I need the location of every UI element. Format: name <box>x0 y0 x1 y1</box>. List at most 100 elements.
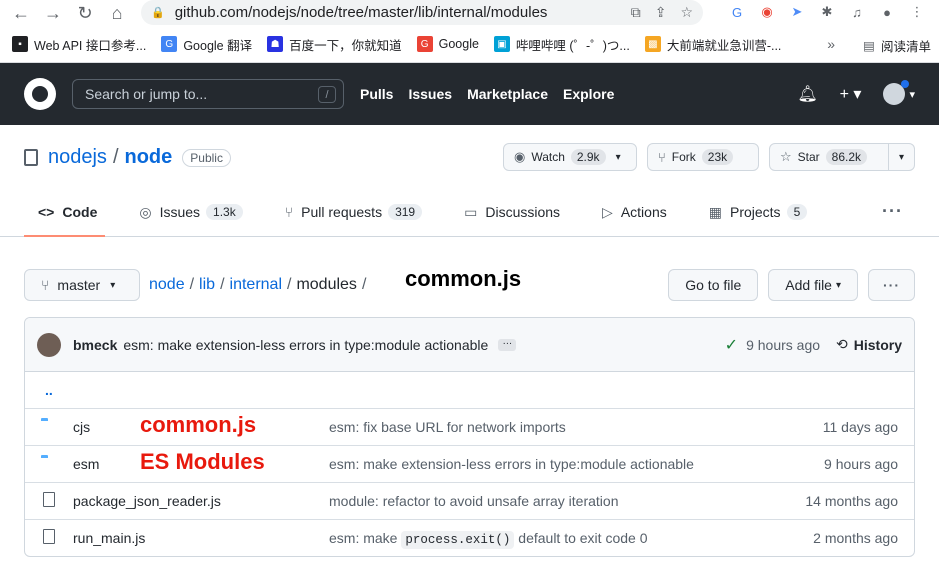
bookmark-item[interactable]: ▣ 哔哩哔哩 (゜-゜)つ... <box>493 35 630 54</box>
share-icon[interactable]: ⇪ <box>655 4 667 21</box>
tab-pull-requests[interactable]: ⑂ Pull requests 319 <box>271 188 430 236</box>
nav-pulls[interactable]: Pulls <box>360 86 393 102</box>
address-bar[interactable]: 🔒 github.com/nodejs/node/tree/master/lib… <box>141 0 703 25</box>
repo-title: nodejs / node Public <box>24 146 231 169</box>
caret-down-icon: ▾ <box>110 279 116 291</box>
check-icon[interactable]: ✓ <box>725 335 738 355</box>
file-commit-message[interactable]: esm: fix base URL for network imports <box>329 419 566 435</box>
nav-issues[interactable]: Issues <box>408 86 452 102</box>
home-icon[interactable]: ⌂ <box>106 2 128 24</box>
repo-name-link[interactable]: node <box>125 146 173 169</box>
breadcrumb-link[interactable]: node <box>149 276 185 293</box>
bookmark-label: Google 翻译 <box>183 38 253 53</box>
bookmark-label: 哔哩哔哩 (゜-゜)つ... <box>515 38 630 53</box>
nav-explore[interactable]: Explore <box>563 86 614 102</box>
repo-icon <box>24 149 38 166</box>
chrome-ext-icon[interactable]: ◉ <box>757 2 777 22</box>
tab-projects[interactable]: ▦ Projects 5 <box>695 188 816 236</box>
file-name[interactable]: cjs <box>73 419 90 435</box>
tab-label: Discussions <box>485 204 561 220</box>
bookmark-star-icon[interactable]: ☆ <box>680 4 693 21</box>
tab-issues[interactable]: ◎ Issues 1.3k <box>125 188 250 236</box>
lock-icon[interactable]: 🔒 <box>151 6 165 19</box>
media-icon[interactable]: ♫ <box>847 2 867 22</box>
bookmark-favicon-icon: ▩ <box>644 36 661 52</box>
fork-button[interactable]: ⑂ Fork 23k <box>646 143 759 171</box>
google-translate-ext-icon[interactable]: G <box>727 2 747 22</box>
back-arrow-icon[interactable]: ← <box>10 2 32 24</box>
table-row[interactable]: run_main.js esm: make process.exit() def… <box>25 519 914 556</box>
breadcrumb: node / lib / internal / modules / <box>149 276 371 294</box>
bookmark-favicon-icon: ☗ <box>267 36 284 52</box>
bookmark-favicon-icon: G <box>161 36 178 52</box>
star-button[interactable]: ☆ Star 86.2k <box>768 143 889 171</box>
user-menu[interactable]: ▾ <box>883 80 915 105</box>
global-nav: Pulls Issues Marketplace Explore <box>360 86 629 102</box>
commit-message[interactable]: esm: make extension-less errors in type:… <box>123 337 488 353</box>
history-icon: ⟲ <box>836 336 848 352</box>
tabs-more-icon[interactable]: ··· <box>882 201 903 222</box>
bookmark-item[interactable]: ☗ 百度一下，你就知道 <box>267 35 402 54</box>
star-dropdown-button[interactable]: ▾ <box>888 143 915 171</box>
commit-expand-button[interactable]: … <box>498 336 517 351</box>
arrow-ext-icon[interactable]: ➤ <box>787 2 807 22</box>
file-commit-message[interactable]: esm: make process.exit() default to exit… <box>329 530 647 549</box>
breadcrumb-link[interactable]: lib <box>199 276 215 293</box>
github-logo-icon[interactable] <box>24 78 56 110</box>
commit-author[interactable]: bmeck <box>73 337 117 353</box>
branch-select-button[interactable]: ⑂ master ▾ <box>24 269 140 301</box>
bell-icon[interactable]: 🔔︎ <box>797 84 817 104</box>
parent-directory-link[interactable]: .. <box>25 372 914 408</box>
branch-icon: ⑂ <box>41 277 50 293</box>
github-header: Search or jump to... / Pulls Issues Mark… <box>0 63 939 125</box>
nav-marketplace[interactable]: Marketplace <box>467 86 548 102</box>
tab-actions[interactable]: ▷ Actions <box>588 188 675 236</box>
file-age: 9 hours ago <box>824 456 898 472</box>
annotation-text: common.js <box>140 412 257 437</box>
bookmark-label: Google <box>438 37 479 51</box>
bookmark-item[interactable]: G Google <box>416 36 479 52</box>
watch-button[interactable]: ◉ Watch 2.9k ▾ <box>502 143 637 171</box>
add-file-label: Add file <box>785 277 832 293</box>
menu-kebab-icon[interactable]: ⋮ <box>907 2 927 22</box>
bookmark-label: 百度一下，你就知道 <box>289 38 402 53</box>
file-name[interactable]: package_json_reader.js <box>73 493 221 509</box>
search-input[interactable]: Search or jump to... / <box>72 79 344 109</box>
repo-actions: ◉ Watch 2.9k ▾ ⑂ Fork 23k ☆ Star 86.2k ▾ <box>502 143 915 171</box>
file-name[interactable]: run_main.js <box>73 530 145 546</box>
puzzle-extensions-icon[interactable]: ✱ <box>817 2 837 22</box>
history-label: History <box>853 336 902 353</box>
bookmark-item[interactable]: ▪ Web API 接口参考... <box>12 35 146 54</box>
file-commit-message[interactable]: module: refactor to avoid unsafe array i… <box>329 493 619 509</box>
file-icon <box>41 529 55 544</box>
bookmark-item[interactable]: ▩ 大前端就业急训营-... <box>644 35 781 54</box>
repo-tabs: <> Code ◎ Issues 1.3k ⑂ Pull requests 31… <box>24 188 835 237</box>
file-nav-actions: Go to file Add file ▾ ··· <box>668 269 915 301</box>
file-commit-message[interactable]: esm: make extension-less errors in type:… <box>329 456 694 472</box>
table-row[interactable]: package_json_reader.js module: refactor … <box>25 482 914 519</box>
bookmark-item[interactable]: G Google 翻译 <box>161 35 252 54</box>
tab-code[interactable]: <> Code <box>24 188 106 237</box>
reading-list-button[interactable]: ▤ 阅读清单 <box>863 36 931 55</box>
go-to-file-button[interactable]: Go to file <box>668 269 759 301</box>
translate-icon[interactable]: ⧉ <box>631 4 641 21</box>
file-name[interactable]: esm <box>73 456 99 472</box>
search-placeholder: Search or jump to... <box>85 86 208 102</box>
table-row[interactable]: cjs common.js esm: fix base URL for netw… <box>25 408 914 445</box>
table-row[interactable]: esm ES Modules esm: make extension-less … <box>25 445 914 482</box>
commit-time[interactable]: 9 hours ago <box>746 337 820 353</box>
reload-icon[interactable]: ↻ <box>74 2 96 24</box>
forward-arrow-icon[interactable]: → <box>42 2 64 24</box>
repo-owner-link[interactable]: nodejs <box>48 146 107 169</box>
breadcrumb-trailing-separator: / <box>361 276 367 293</box>
avatar[interactable] <box>37 332 61 357</box>
breadcrumb-link[interactable]: internal <box>230 276 282 293</box>
bookmarks-more-button[interactable]: » <box>827 36 835 52</box>
history-link[interactable]: ⟲ History <box>836 336 902 353</box>
play-icon: ▷ <box>602 203 613 220</box>
add-file-button[interactable]: Add file ▾ <box>768 269 858 301</box>
profile-icon[interactable]: ● <box>877 2 897 22</box>
plus-dropdown-icon[interactable]: + ▾ <box>840 84 862 104</box>
tab-discussions[interactable]: ▭ Discussions <box>450 188 568 236</box>
more-options-button[interactable]: ··· <box>868 269 915 301</box>
